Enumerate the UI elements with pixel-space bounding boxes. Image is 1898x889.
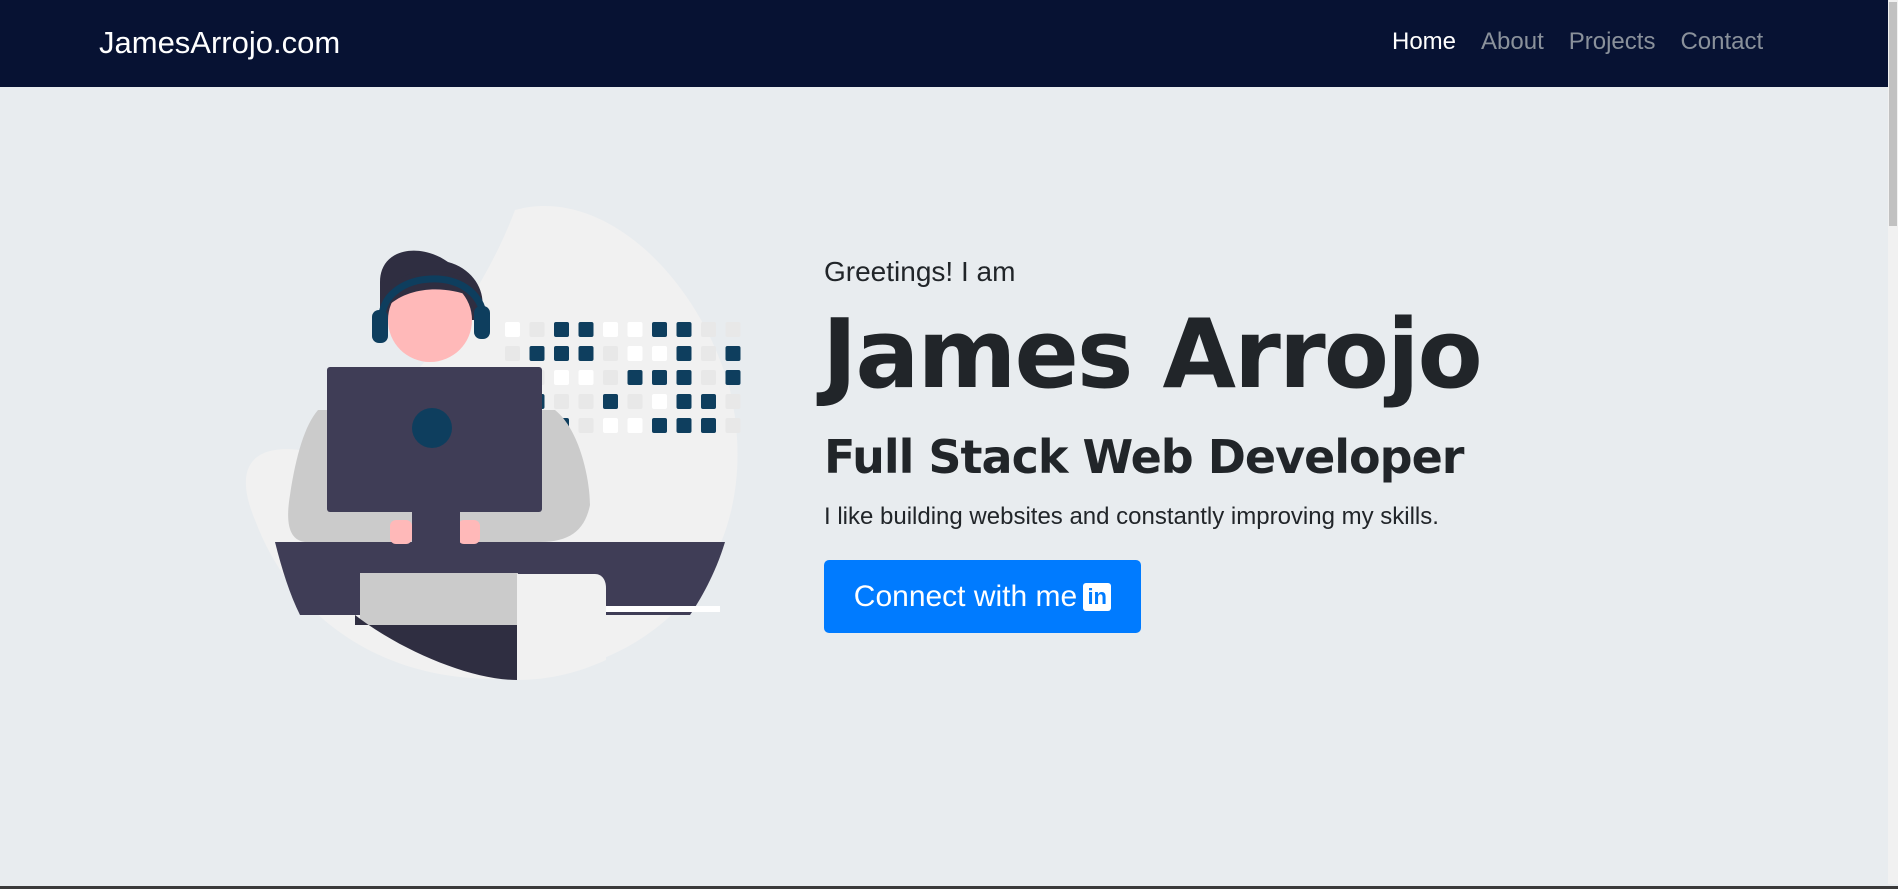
grid-dot [652,346,667,361]
brand-link[interactable]: JamesArrojo.com [99,25,340,61]
grid-dot [701,418,716,433]
nav-link-projects[interactable]: Projects [1569,28,1656,56]
grid-dot [725,394,741,409]
grid-dot [529,322,545,337]
grid-dot [725,346,741,361]
grid-dot [554,346,569,361]
greeting-text: Greetings! I am [824,256,1016,287]
grid-dot [676,394,692,409]
grid-dot [578,322,594,337]
grid-dot [676,418,692,433]
grid-dot [578,418,594,433]
hero-name: James Arrojo [822,300,1483,410]
grid-dot [652,418,667,433]
grid-dot [627,322,643,337]
nav-links: Home About Projects Contact [1392,28,1788,56]
nav-link-contact[interactable]: Contact [1680,28,1763,56]
chair [517,574,606,680]
nav-link-about[interactable]: About [1481,28,1544,56]
grid-dot [603,394,618,409]
grid-dot [554,322,569,337]
grid-dot [676,346,692,361]
grid-dot [505,322,520,337]
scrollbar-thumb[interactable] [1889,2,1897,226]
grid-dot [701,370,716,385]
hero-tagline: I like building websites and constantly … [824,503,1439,530]
monitor-logo [412,408,452,448]
grid-dot [676,370,692,385]
grid-dot [603,370,618,385]
grid-dot [701,346,716,361]
grid-dot [652,394,667,409]
linkedin-icon: in [1083,582,1112,611]
grid-dot [627,394,643,409]
grid-dot [627,346,643,361]
grid-dot [652,370,667,385]
grid-dot [505,346,520,361]
hero-role: Full Stack Web Developer [824,430,1464,484]
nav-link-home[interactable]: Home [1392,28,1456,56]
grid-dot [554,370,569,385]
grid-dot [603,322,618,337]
grid-dot [627,418,643,433]
grid-dot [701,394,716,409]
grid-dot [603,418,618,433]
grid-dot [627,370,643,385]
grid-dot [603,346,618,361]
grid-dot [578,394,594,409]
grid-dot [725,418,741,433]
navbar: JamesArrojo.com Home About Projects Cont… [0,0,1888,87]
grid-dot [701,322,716,337]
grid-dot [529,346,545,361]
connect-linkedin-button[interactable]: Connect with me in [824,560,1141,633]
developer-illustration [245,200,805,685]
grid-dot [578,346,594,361]
grid-dot [554,394,569,409]
grid-dot [676,322,692,337]
grid-dot [725,322,741,337]
grid-dot [652,322,667,337]
grid-dot [578,370,594,385]
scrollbar[interactable] [1888,0,1898,884]
cta-label: Connect with me [853,579,1078,613]
grid-dot [725,370,741,385]
